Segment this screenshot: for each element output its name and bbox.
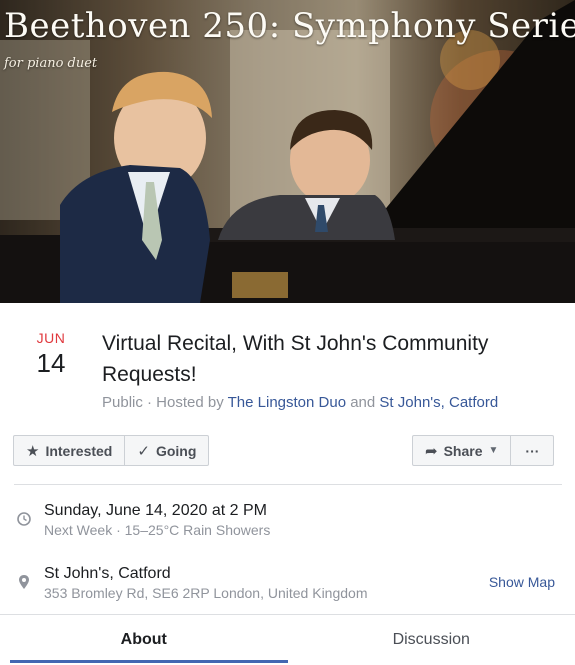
venue-name[interactable]: St John's, Catford [44, 565, 171, 583]
tab-about[interactable]: About [0, 615, 288, 665]
clock-icon [17, 512, 31, 526]
section-divider [14, 484, 562, 485]
more-options-button[interactable]: ··· [510, 436, 553, 465]
event-datetime[interactable]: Sunday, June 14, 2020 at 2 PM [44, 502, 267, 520]
rsvp-button-group: ★ Interested ✓ Going [13, 435, 210, 466]
event-day: 14 [36, 348, 66, 378]
event-weather: Next Week · 15–25°C Rain Showers [44, 522, 271, 538]
share-label: Share [443, 442, 483, 459]
location-pin-icon [17, 574, 31, 589]
host-line: Public · Hosted by The Lingston Duo and … [102, 394, 498, 411]
cover-subtitle: for piano duet [4, 56, 98, 71]
caret-down-icon: ▼ [488, 445, 499, 456]
more-options-label: ··· [525, 442, 540, 459]
privacy-label: Public · Hosted by [102, 394, 228, 411]
share-button-group: ➦ Share ▼ ··· [412, 435, 555, 466]
share-arrow-icon: ➦ [425, 442, 438, 460]
host-link-st-johns[interactable]: St John's, Catford [379, 394, 498, 411]
going-button[interactable]: ✓ Going [124, 436, 208, 465]
venue-address: 353 Bromley Rd, SE6 2RP London, United K… [44, 585, 368, 601]
star-icon: ★ [26, 442, 40, 460]
host-conjunction: and [346, 394, 380, 411]
going-label: Going [155, 442, 197, 459]
event-tabs: About Discussion [0, 614, 575, 665]
cover-title: Beethoven 250: Symphony Series [4, 6, 575, 46]
tab-discussion[interactable]: Discussion [288, 615, 575, 665]
event-date-badge: JUN 14 [26, 330, 76, 379]
share-button[interactable]: ➦ Share ▼ [413, 436, 510, 465]
event-title: Virtual Recital, With St John's Communit… [102, 332, 489, 386]
cover-photo[interactable]: Beethoven 250: Symphony Series for piano… [0, 0, 575, 303]
host-link-lingston-duo[interactable]: The Lingston Duo [228, 394, 346, 411]
show-map-link[interactable]: Show Map [489, 574, 555, 590]
event-month: JUN [36, 330, 66, 346]
interested-label: Interested [45, 442, 113, 459]
interested-button[interactable]: ★ Interested [14, 436, 124, 465]
check-icon: ✓ [137, 442, 150, 460]
